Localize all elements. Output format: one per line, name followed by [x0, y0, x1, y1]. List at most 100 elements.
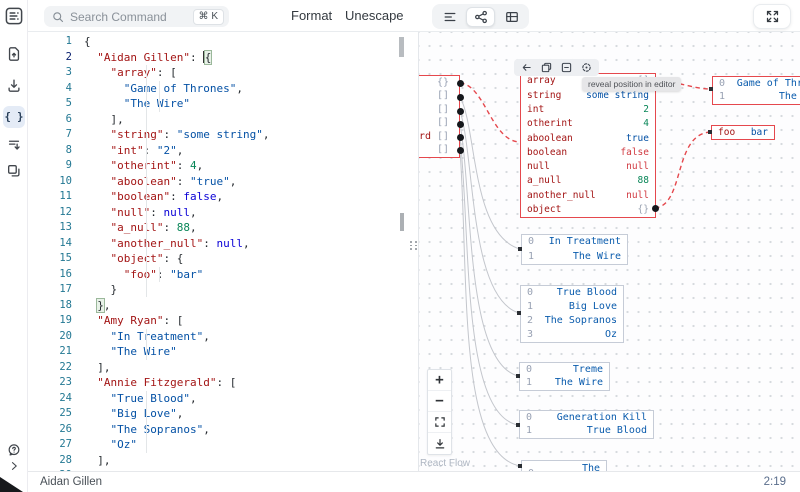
list-view-toggle[interactable] [435, 7, 464, 27]
pane-divider [418, 32, 419, 471]
code-line: 17 } [28, 282, 404, 298]
indent-guide [146, 391, 147, 453]
line-number: 14 [28, 236, 72, 252]
download-image-button[interactable] [428, 433, 451, 454]
edge-handle-dot[interactable] [457, 147, 464, 154]
chevron-right-icon[interactable] [0, 460, 28, 472]
upload-file-icon[interactable] [0, 46, 28, 62]
copy-icon[interactable] [541, 62, 552, 73]
graph-node-generation-kill-list[interactable]: 0Generation Kill1True Blood [519, 410, 654, 439]
layers-icon[interactable] [0, 163, 28, 179]
graph-edge [460, 83, 519, 142]
code-line: 3 "array": [ [28, 65, 404, 81]
table-icon [505, 10, 519, 24]
search-icon [52, 11, 64, 23]
code-line: 27 "Oz" [28, 437, 404, 453]
pane-resize-handle[interactable] [409, 237, 418, 254]
help-chat-icon[interactable] [0, 443, 28, 457]
format-button[interactable]: Format [291, 8, 332, 23]
graph-view-toggle[interactable] [466, 7, 495, 27]
code-line: 6 ], [28, 112, 404, 128]
search-shortcut-badge: ⌘ K [193, 9, 224, 25]
app-window: { } Search Command ⌘ K Format Unescape [0, 0, 800, 492]
code-line: 7 "string": "some string", [28, 127, 404, 143]
json-editor-icon[interactable]: { } [3, 106, 25, 128]
graph-edge [655, 132, 710, 208]
node-row: [] [419, 117, 459, 131]
graph-node-aidan-gillen[interactable]: array[]stringsome stringint2otherint4abo… [520, 73, 656, 218]
graph-node-root-object[interactable]: {}[][][]rd[][] [419, 75, 460, 158]
graph-canvas[interactable]: {}[][][]rd[][]array[]stringsome stringin… [419, 32, 800, 471]
node-row: otherint4 [521, 117, 655, 131]
code-line: 18 }, [28, 298, 404, 314]
code-line: 28 ], [28, 453, 404, 469]
edge-handle-dot[interactable] [457, 134, 464, 141]
node-row: 1True Blood [520, 425, 653, 439]
node-row: 0The Corner [522, 461, 606, 471]
line-number: 1 [28, 34, 72, 50]
code-line: 20 "In Treatment", [28, 329, 404, 345]
cursor-position: 2:19 [764, 476, 786, 488]
edge-handle-square [709, 87, 713, 91]
graph-node-amy-ryan-list[interactable]: 0In Treatment1The Wire [521, 234, 628, 265]
graph-node-treme-list[interactable]: 0Treme1The Wire [519, 362, 610, 391]
list-icon [443, 10, 457, 24]
json-code-editor[interactable]: 1{2 "Aidan Gillen": {3 "array": [4 "Game… [28, 32, 404, 471]
graph-node-array-list[interactable]: 0Game of Thrones1The Wire [712, 76, 800, 105]
code-line: 2 "Aidan Gillen": { [28, 50, 404, 66]
node-row: {} [419, 76, 459, 90]
table-view-toggle[interactable] [497, 7, 526, 27]
edge-handle-dot[interactable] [457, 121, 464, 128]
node-row: 1The Wire [522, 250, 627, 265]
code-line: 9 "otherint": 4, [28, 158, 404, 174]
edge-handle-square [516, 423, 520, 427]
code-line: 5 "The Wire" [28, 96, 404, 112]
node-row: foobar [712, 126, 774, 139]
react-flow-attribution[interactable]: React Flow [420, 458, 470, 469]
flow-graph-icon [474, 10, 488, 24]
focus-node-icon[interactable] [581, 62, 592, 73]
code-line: 14 "another_null": null, [28, 236, 404, 252]
indent-guide [146, 65, 147, 297]
zoom-out-button[interactable]: − [428, 391, 451, 412]
edge-handle-square [518, 247, 522, 251]
status-bar: Aidan Gillen 2:19 [0, 471, 800, 492]
node-row: 0In Treatment [522, 235, 627, 250]
fullscreen-button[interactable] [753, 4, 791, 29]
code-line: 26 "The Sopranos", [28, 422, 404, 438]
node-row: object{} [521, 203, 655, 217]
graph-node-the-corner-list[interactable]: 0The Corner [521, 460, 607, 471]
graph-edge [460, 150, 520, 466]
fit-view-button[interactable] [428, 412, 451, 433]
line-number: 20 [28, 329, 72, 345]
line-number: 13 [28, 220, 72, 236]
zoom-in-button[interactable]: + [428, 370, 451, 391]
node-row: 1Big Love [521, 300, 623, 314]
code-line: 22 ], [28, 360, 404, 376]
edge-handle-dot[interactable] [457, 80, 464, 87]
download-icon[interactable] [0, 77, 28, 93]
edge-handle-dot[interactable] [457, 108, 464, 115]
edge-handle-dot[interactable] [457, 94, 464, 101]
editor-scrollbar-thumb[interactable] [399, 37, 404, 57]
code-line: 12 "null": null, [28, 205, 404, 221]
flow-controls: + − [427, 369, 452, 455]
node-row: 3Oz [521, 328, 623, 342]
header-bar: Search Command ⌘ K Format Unescape [28, 0, 800, 32]
line-number: 12 [28, 205, 72, 221]
graph-node-annie-fitzgerald-list[interactable]: 0True Blood1Big Love2The Sopranos3Oz [520, 285, 624, 343]
line-number: 3 [28, 65, 72, 81]
edge-handle-dot[interactable] [652, 205, 659, 212]
unescape-button[interactable]: Unescape [345, 8, 404, 23]
code-line: 24 "True Blood", [28, 391, 404, 407]
indent-guide [159, 267, 160, 283]
app-logo-icon[interactable] [0, 7, 28, 25]
minify-icon[interactable] [0, 137, 28, 153]
back-arrow-icon[interactable] [521, 62, 532, 73]
search-command-bar[interactable]: Search Command ⌘ K [44, 6, 229, 27]
collapse-node-icon[interactable] [561, 62, 572, 73]
graph-node-object-foo[interactable]: foobar [711, 125, 775, 140]
code-line: 13 "a_null": 88, [28, 220, 404, 236]
line-number: 23 [28, 375, 72, 391]
node-row: 0True Blood [521, 286, 623, 300]
